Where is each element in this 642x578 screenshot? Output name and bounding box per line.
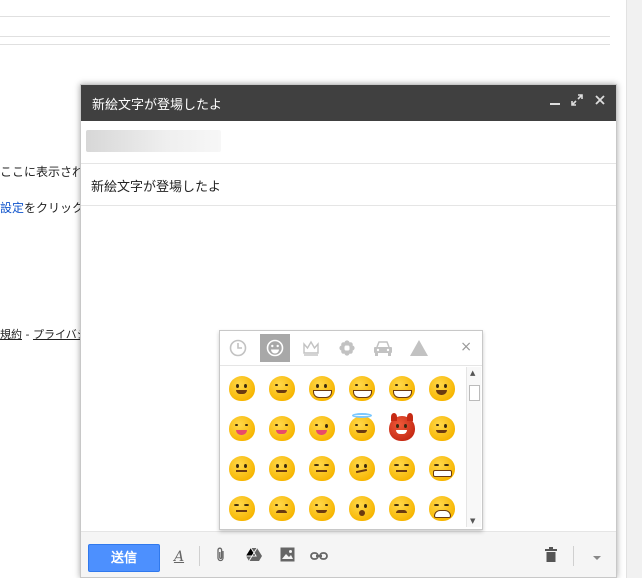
emoji-grin[interactable] xyxy=(308,375,336,403)
bg-divider xyxy=(0,36,610,37)
emoji-tears-of-joy[interactable] xyxy=(388,375,416,403)
recipient-chip[interactable] xyxy=(86,130,221,152)
close-icon[interactable] xyxy=(592,94,608,110)
bg-footer: 規約 - プライバシ xyxy=(0,326,88,342)
bg-divider xyxy=(0,16,610,17)
emoji-sleepy[interactable] xyxy=(308,495,336,523)
compose-header[interactable]: 新絵文字が登場したよ xyxy=(81,85,616,121)
minimize-icon[interactable] xyxy=(547,94,563,110)
emoji-neutral[interactable] xyxy=(268,455,296,483)
bg-settings-link[interactable]: 設定 xyxy=(0,201,24,215)
bg-divider xyxy=(0,44,610,45)
emoji-picker: × ▲ ▼ xyxy=(219,330,483,530)
crown-icon[interactable] xyxy=(296,334,326,362)
clock-icon[interactable] xyxy=(223,334,253,362)
recipients-field[interactable] xyxy=(81,121,616,164)
insert-photo-icon[interactable] xyxy=(277,547,297,567)
page-scrollbar[interactable] xyxy=(626,0,642,578)
delete-icon[interactable] xyxy=(541,547,561,567)
emoji-tired[interactable] xyxy=(428,495,456,523)
emoji-smile[interactable] xyxy=(228,375,256,403)
compose-toolbar: 送信 A xyxy=(81,531,616,577)
emoji-grimace[interactable] xyxy=(428,455,456,483)
emoji-expressionless[interactable] xyxy=(308,455,336,483)
scroll-up-arrow-icon[interactable]: ▲ xyxy=(470,369,475,377)
emoji-blush[interactable] xyxy=(268,375,296,403)
attach-icon[interactable] xyxy=(211,547,231,567)
triangle-icon[interactable] xyxy=(404,334,434,362)
drive-icon[interactable] xyxy=(244,547,264,567)
emoji-category-tabs: × xyxy=(220,331,482,366)
emoji-persevering[interactable] xyxy=(388,495,416,523)
picker-scrollbar[interactable]: ▲ ▼ xyxy=(466,367,481,527)
emoji-laugh[interactable] xyxy=(348,375,376,403)
emoji-hushed[interactable] xyxy=(348,495,376,523)
emoji-wink[interactable] xyxy=(428,415,456,443)
car-icon[interactable] xyxy=(368,334,398,362)
emoji-winking-tongue[interactable] xyxy=(308,415,336,443)
emoji-grid xyxy=(225,369,465,525)
formatting-icon[interactable]: A xyxy=(169,547,189,567)
flower-icon[interactable] xyxy=(332,334,362,362)
subject-text: 新絵文字が登場したよ xyxy=(91,180,222,195)
insert-link-icon[interactable] xyxy=(309,547,329,567)
more-options-icon[interactable] xyxy=(587,547,607,567)
emoji-halo[interactable] xyxy=(348,413,376,443)
scroll-down-arrow-icon[interactable]: ▼ xyxy=(470,517,475,525)
send-button[interactable]: 送信 xyxy=(88,544,160,572)
smiley-icon[interactable] xyxy=(260,334,290,362)
picker-close-icon[interactable]: × xyxy=(460,339,472,355)
terms-link[interactable]: 規約 xyxy=(0,328,22,341)
emoji-savoring[interactable] xyxy=(268,415,296,443)
emoji-tongue[interactable] xyxy=(228,415,256,443)
toolbar-divider xyxy=(573,546,574,566)
toolbar-divider xyxy=(199,546,200,566)
emoji-sad[interactable] xyxy=(268,495,296,523)
bg-snippet: ここに表示され xyxy=(0,165,85,179)
emoji-pouting[interactable] xyxy=(228,495,256,523)
subject-field[interactable]: 新絵文字が登場したよ xyxy=(81,164,616,206)
scrollbar-thumb[interactable] xyxy=(469,385,480,401)
emoji-happy[interactable] xyxy=(428,375,456,403)
expand-icon[interactable] xyxy=(569,94,585,110)
emoji-thinking[interactable] xyxy=(228,455,256,483)
emoji-confused[interactable] xyxy=(348,455,376,483)
emoji-devil[interactable] xyxy=(388,413,416,443)
emoji-angry[interactable] xyxy=(388,455,416,483)
compose-title: 新絵文字が登場したよ xyxy=(92,98,223,113)
footer-separator: - xyxy=(22,328,33,341)
